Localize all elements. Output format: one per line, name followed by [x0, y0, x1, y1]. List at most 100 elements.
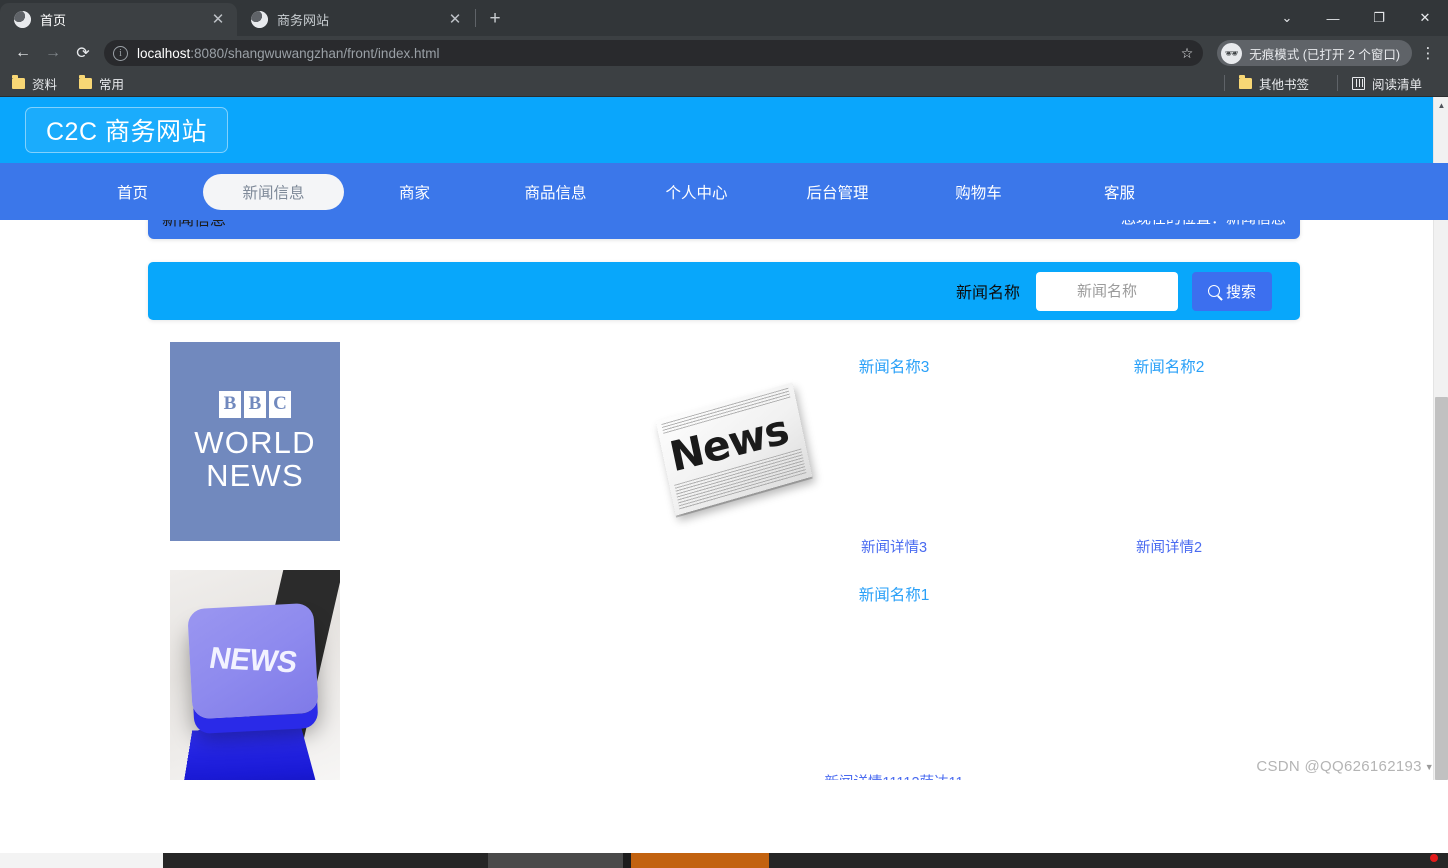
browser-tab-2[interactable]: 商务网站 ✕: [237, 3, 474, 36]
tab-title: 首页: [40, 13, 67, 28]
nav-item-personal-center[interactable]: 个人中心: [626, 163, 767, 220]
bookmark-item-1[interactable]: 常用: [75, 72, 128, 95]
key-label: NEWS: [207, 641, 300, 680]
tab-separator: [475, 9, 476, 27]
site-info-icon[interactable]: i: [113, 45, 128, 61]
site-header: C2C 商务网站: [0, 97, 1448, 163]
bookmark-label: 常用: [99, 77, 125, 92]
tab-close-icon[interactable]: ✕: [446, 11, 464, 29]
news-body: 新闻名称3 新闻详情3: [340, 342, 1448, 570]
watermark-text: CSDN @QQ626162193: [1256, 758, 1422, 775]
browser-toolbar: ← → ⟳ i localhost:8080/shangwuwangzhan/f…: [0, 36, 1448, 70]
keyboard-key-base: [180, 724, 321, 780]
folder-icon: [79, 75, 93, 89]
other-bookmarks-button[interactable]: 其他书签: [1235, 72, 1313, 95]
forward-icon[interactable]: →: [38, 38, 68, 68]
divider: [1336, 75, 1338, 91]
folder-icon: [12, 75, 25, 89]
taskbar-segment: [488, 853, 623, 868]
globe-icon: [14, 11, 31, 28]
nav-item-merchant[interactable]: 商家: [344, 163, 485, 220]
window-close-button[interactable]: ✕: [1402, 0, 1448, 36]
reload-icon[interactable]: ⟳: [68, 38, 98, 68]
news-title-link[interactable]: 新闻名称1: [859, 583, 930, 605]
bbc-word-world: WORLD: [194, 424, 316, 460]
site-logo[interactable]: C2C 商务网站: [25, 107, 228, 153]
divider: [1223, 75, 1225, 91]
keyboard-key-cap: NEWS: [187, 602, 319, 720]
search-label: 新闻名称: [955, 285, 1020, 302]
search-button[interactable]: 搜索: [1191, 271, 1272, 311]
nav-item-admin[interactable]: 后台管理: [767, 163, 908, 220]
url-path: :8080/shangwuwangzhan/front/index.html: [190, 45, 440, 61]
watermark: CSDN @QQ626162193 ▼: [1256, 758, 1434, 775]
scroll-up-arrow-icon[interactable]: ▲: [1434, 97, 1448, 113]
bbc-word-news: NEWS: [206, 457, 304, 493]
tab-search-chevron-icon[interactable]: ⌄: [1264, 0, 1310, 36]
nav-item-cart[interactable]: 购物车: [908, 163, 1049, 220]
nav-item-home[interactable]: 首页: [62, 163, 203, 220]
new-tab-button[interactable]: +: [481, 5, 509, 33]
tab-title: 商务网站: [277, 13, 330, 28]
incognito-icon: 🕶: [1221, 42, 1243, 64]
taskbar-segment: [0, 853, 163, 868]
reading-list-icon: [1351, 76, 1365, 90]
scrollbar-thumb[interactable]: [1435, 397, 1448, 780]
search-icon: [1207, 285, 1220, 297]
reading-list-label: 阅读清单: [1371, 77, 1422, 92]
bbc-letters: B B C: [219, 390, 291, 418]
news-desc-link[interactable]: 新闻详情11112萨达11: [824, 771, 963, 780]
page-viewport: C2C 商务网站 首页 新闻信息 商家 商品信息 个人中心 后台管理 购物车 客…: [0, 97, 1448, 780]
globe-icon: [251, 11, 268, 28]
browser-tab-strip: 首页 ✕ 商务网站 ✕ + ⌄ — ❐ ✕: [0, 0, 1448, 36]
news-thumbnail[interactable]: B B C WORLD NEWS: [170, 342, 340, 541]
tab-close-icon[interactable]: ✕: [209, 11, 227, 29]
taskbar-tray: [769, 853, 1448, 868]
search-input[interactable]: [1035, 271, 1178, 311]
search-button-label: 搜索: [1225, 283, 1256, 301]
bookmarks-bar: 资料 常用 其他书签 阅读清单: [0, 70, 1448, 97]
nav-item-support[interactable]: 客服: [1049, 163, 1190, 220]
incognito-indicator[interactable]: 🕶 无痕模式 (已打开 2 个窗口): [1217, 40, 1412, 66]
main-navigation: 首页 新闻信息 商家 商品信息 个人中心 后台管理 购物车 客服: [0, 163, 1448, 220]
bbc-letter-c: C: [269, 390, 291, 418]
url-host: localhost: [137, 45, 191, 61]
browser-window: 首页 ✕ 商务网站 ✕ + ⌄ — ❐ ✕ ← → ⟳ i localhost:…: [0, 0, 1448, 868]
minimize-button[interactable]: —: [1310, 0, 1356, 36]
newspaper-image: News: [655, 369, 825, 544]
notification-badge: [1430, 854, 1438, 862]
news-key-image: NEWS: [170, 570, 340, 780]
url-text: localhost:8080/shangwuwangzhan/front/ind…: [137, 46, 1175, 61]
news-body: 新闻名称1 新闻详情11112萨达11: [340, 570, 1448, 780]
bbc-letter-b2: B: [244, 390, 266, 418]
search-bar: 新闻名称 搜索: [148, 262, 1300, 320]
nav-item-news[interactable]: 新闻信息: [203, 173, 344, 210]
window-controls: ⌄ — ❐ ✕: [1264, 0, 1448, 36]
nav-item-goods[interactable]: 商品信息: [485, 163, 626, 220]
bbc-world-news-image: B B C WORLD NEWS: [170, 342, 340, 541]
folder-icon: [1238, 75, 1252, 89]
reading-list-button[interactable]: 阅读清单: [1348, 72, 1426, 95]
bookmark-item-0[interactable]: 资料: [8, 72, 61, 95]
bookmark-label: 资料: [32, 77, 58, 92]
news-desc-link[interactable]: 新闻详情3: [861, 536, 927, 557]
news-thumbnail[interactable]: NEWS: [170, 570, 340, 780]
newspaper-sheet: News: [655, 381, 813, 516]
bookmarks-bar-right: 其他书签 阅读清单: [1214, 72, 1440, 95]
bookmark-star-icon[interactable]: ☆: [1181, 45, 1194, 62]
maximize-button[interactable]: ❐: [1356, 0, 1402, 36]
address-bar[interactable]: i localhost:8080/shangwuwangzhan/front/i…: [104, 40, 1204, 66]
news-list: B B C WORLD NEWS 新闻名称3 新闻详情3 News 新闻名称2 …: [0, 342, 1448, 780]
taskbar-segment: [163, 853, 488, 868]
incognito-label: 无痕模式 (已打开 2 个窗口): [1249, 47, 1400, 62]
back-icon[interactable]: ←: [8, 38, 38, 68]
os-taskbar: [0, 853, 1448, 868]
news-item-2[interactable]: NEWS 新闻名称1 新闻详情11112萨达11: [0, 570, 1448, 780]
news-title-link[interactable]: 新闻名称3: [859, 355, 930, 377]
taskbar-active-app[interactable]: [631, 853, 769, 868]
bbc-letter-b1: B: [219, 390, 241, 418]
other-bookmarks-label: 其他书签: [1258, 77, 1309, 92]
browser-tab-1[interactable]: 首页 ✕: [0, 3, 237, 36]
chrome-menu-icon[interactable]: ⋮: [1416, 44, 1440, 62]
taskbar-segment: [623, 853, 631, 868]
